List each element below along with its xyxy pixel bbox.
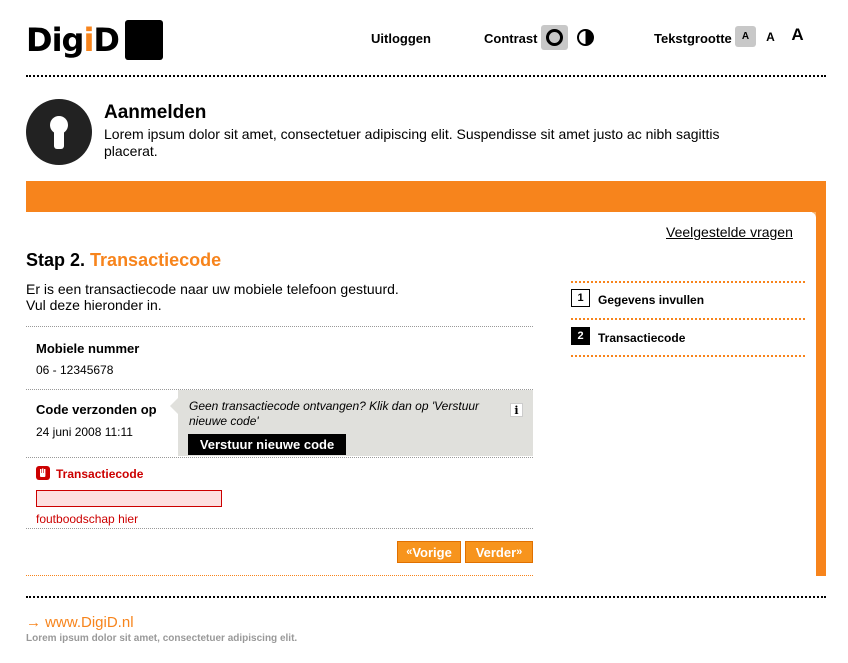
- logout-link[interactable]: Uitloggen: [371, 31, 431, 46]
- mobile-label: Mobiele nummer: [36, 341, 140, 356]
- divider: [26, 528, 533, 529]
- next-button-label: Verder: [475, 544, 517, 560]
- divider: [26, 326, 533, 327]
- step-label-1: Gegevens invullen: [598, 293, 705, 307]
- textsize-large-button[interactable]: A: [787, 24, 808, 45]
- textsize-label: Tekstgrootte: [654, 31, 732, 46]
- logo-text: DigiD: [26, 21, 120, 59]
- footer-divider: [26, 596, 826, 598]
- transaction-code-label: Transactiecode: [56, 467, 144, 481]
- transaction-code-input[interactable]: [36, 490, 222, 507]
- intro-text: Lorem ipsum dolor sit amet, consectetuer…: [104, 126, 720, 159]
- contrast-high-button[interactable]: [572, 25, 599, 50]
- orange-sidebar-bar: [816, 181, 826, 576]
- arrow-right-icon: →: [26, 614, 41, 631]
- info-icon[interactable]: i: [510, 403, 523, 417]
- arrow-right-icon: »: [516, 546, 523, 558]
- footer-text: Lorem ipsum dolor sit amet, consectetuer…: [26, 633, 298, 644]
- error-message: foutboodschap hier: [36, 512, 139, 526]
- half-circle-icon: [577, 29, 594, 46]
- steps-divider: [571, 318, 805, 320]
- textsize-small-button[interactable]: A: [735, 26, 756, 47]
- resend-code-button[interactable]: Verstuur nieuwe code: [188, 434, 346, 455]
- sent-label: Code verzonden op: [36, 402, 157, 417]
- step-number-2: 2: [571, 327, 590, 345]
- footer-link[interactable]: → www.DigiD.nl: [26, 614, 134, 631]
- step-label-2: Transactiecode: [598, 331, 686, 345]
- page-title: Aanmelden: [104, 102, 207, 123]
- previous-button[interactable]: «Vorige: [397, 541, 461, 563]
- header-divider: [26, 75, 826, 77]
- hand-stop-icon: [36, 466, 50, 480]
- step-description: Er is een transactiecode naar uw mobiele…: [26, 281, 446, 313]
- help-pointer: [170, 398, 178, 414]
- keyhole-icon: [26, 99, 92, 165]
- steps-divider: [571, 355, 805, 357]
- textsize-medium-button[interactable]: A: [760, 26, 781, 47]
- faq-link[interactable]: Veelgestelde vragen: [666, 224, 793, 240]
- contrast-normal-button[interactable]: [541, 25, 568, 50]
- digid-logo[interactable]: DigiD: [26, 19, 163, 61]
- next-button[interactable]: Verder»: [465, 541, 533, 563]
- step-title: Stap 2. Transactiecode: [26, 250, 221, 271]
- help-text: Geen transactiecode ontvangen? Klik dan …: [189, 399, 480, 428]
- circle-ring-icon: [546, 29, 563, 46]
- step-description-line-1: Er is een transactiecode naar uw mobiele…: [26, 281, 399, 297]
- divider: [26, 457, 533, 458]
- contrast-label: Contrast: [484, 31, 538, 46]
- logo-square: [124, 20, 163, 60]
- sent-value: 24 juni 2008 11:11: [36, 425, 133, 439]
- step-description-line-2: Vul deze hieronder in.: [26, 297, 162, 313]
- orange-band: [26, 181, 826, 212]
- previous-button-label: Vorige: [412, 544, 452, 560]
- mobile-value: 06 - 12345678: [36, 363, 114, 377]
- step-number-1: 1: [571, 289, 590, 307]
- footer-link-text: www.DigiD.nl: [45, 614, 134, 631]
- step-prefix: Stap 2.: [26, 250, 86, 270]
- steps-divider: [571, 281, 805, 283]
- step-name: Transactiecode: [90, 250, 222, 270]
- bottom-divider: [26, 575, 533, 576]
